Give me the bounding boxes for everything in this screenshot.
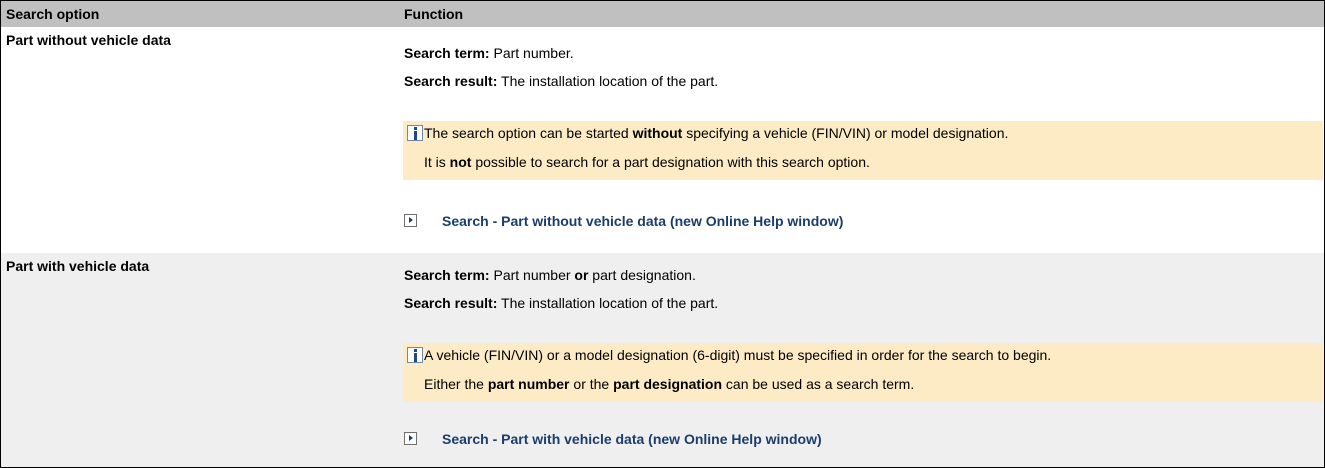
table-header: Search option Function bbox=[1, 1, 1324, 27]
info-note-line-1: The search option can be started without… bbox=[424, 125, 1009, 141]
play-arrow-icon bbox=[404, 432, 417, 445]
search-term-label: Search term: bbox=[404, 267, 490, 283]
table-row: Part without vehicle data Search term: P… bbox=[1, 27, 1324, 253]
header-search-option: Search option bbox=[6, 6, 100, 22]
info-note: The search option can be started without… bbox=[403, 121, 1323, 180]
info-note-line-1: A vehicle (FIN/VIN) or a model designati… bbox=[424, 347, 1052, 363]
help-link-label[interactable]: Search - Part with vehicle data (new Onl… bbox=[442, 431, 822, 447]
info-icon bbox=[407, 125, 423, 141]
info-note-line-2: It is not possible to search for a part … bbox=[424, 154, 870, 170]
search-result-line: Search result: The installation location… bbox=[404, 73, 718, 89]
table-row: Part with vehicle data Search term: Part… bbox=[1, 253, 1324, 467]
search-term-label: Search term: bbox=[404, 45, 490, 61]
info-note: A vehicle (FIN/VIN) or a model designati… bbox=[403, 343, 1323, 402]
info-icon bbox=[407, 347, 423, 363]
info-note-line-2: Either the part number or the part desig… bbox=[424, 376, 915, 392]
search-result-value: The installation location of the part. bbox=[497, 73, 719, 89]
search-result-value: The installation location of the part. bbox=[497, 295, 719, 311]
search-term-line: Search term: Part number. bbox=[404, 45, 574, 61]
search-result-line: Search result: The installation location… bbox=[404, 295, 718, 311]
search-result-label: Search result: bbox=[404, 295, 498, 311]
search-result-label: Search result: bbox=[404, 73, 498, 89]
search-term-line: Search term: Part number or part designa… bbox=[404, 267, 696, 283]
play-arrow-icon bbox=[404, 214, 417, 227]
search-option-label: Part with vehicle data bbox=[6, 258, 150, 274]
search-option-label: Part without vehicle data bbox=[6, 32, 171, 48]
search-term-value: Part number. bbox=[489, 45, 574, 61]
header-function: Function bbox=[404, 6, 464, 22]
search-options-table: Search option Function Part without vehi… bbox=[0, 0, 1325, 468]
help-link-label[interactable]: Search - Part without vehicle data (new … bbox=[442, 213, 843, 229]
